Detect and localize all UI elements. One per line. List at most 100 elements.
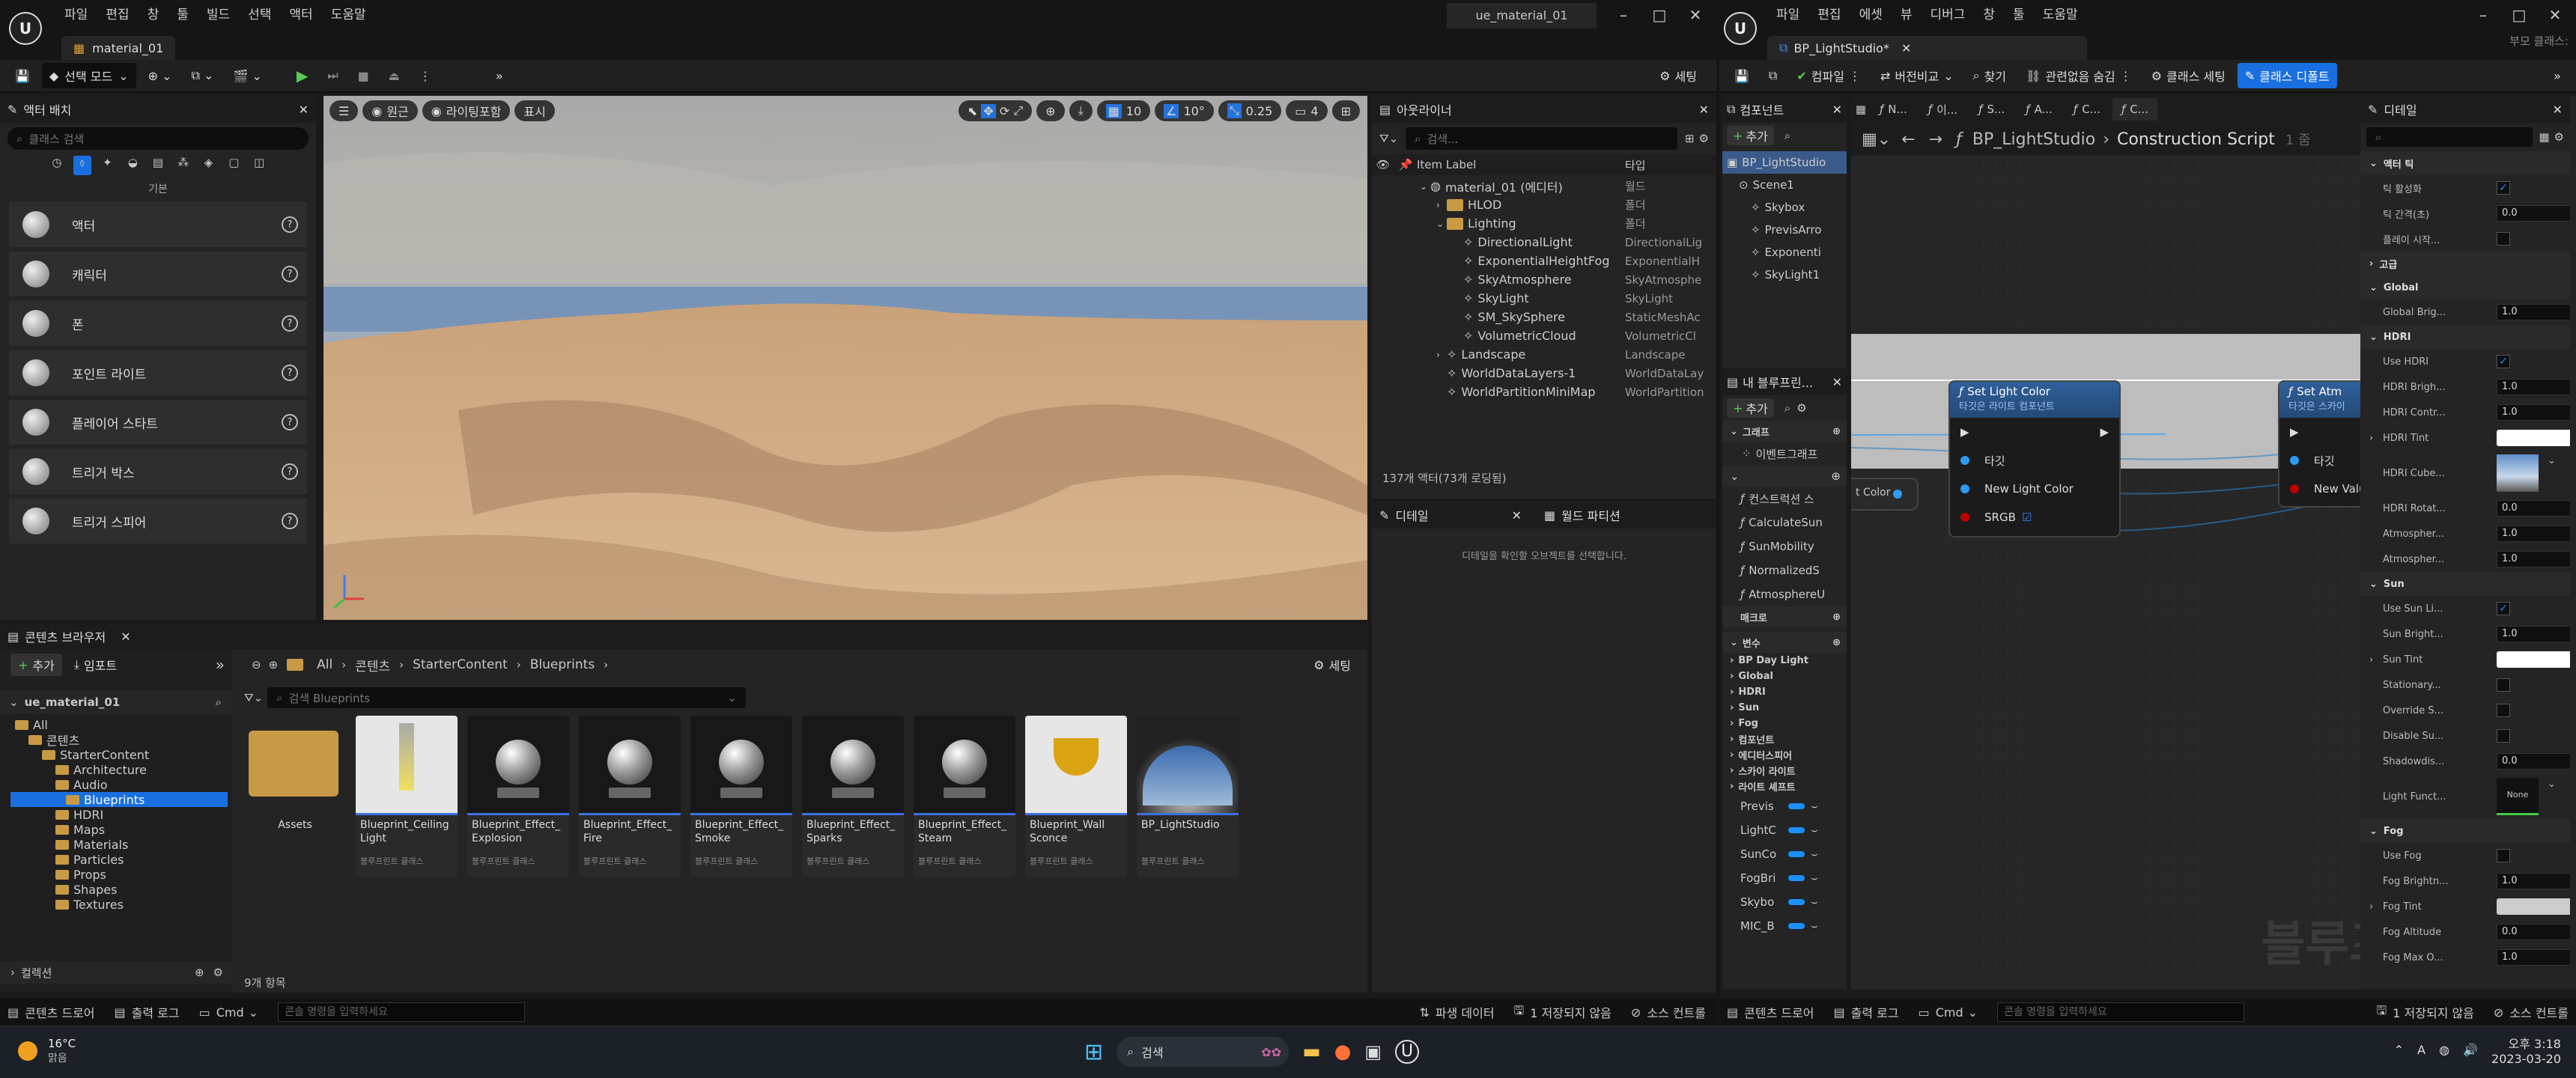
folder-tree-item[interactable]: Shapes (0, 882, 232, 897)
close-tab-icon[interactable]: ✕ (1512, 508, 1522, 523)
graphs-section[interactable]: ⌄ 그래프 ⊕ (1722, 421, 1847, 442)
new-value-pin[interactable]: New Valu (2279, 475, 2368, 503)
function-item[interactable]: ƒ SunMobility (1722, 535, 1847, 558)
component-item[interactable]: ✧ Exponenti (1722, 241, 1847, 264)
cmd-dropdown[interactable]: ▭ Cmd ⌄ (199, 1005, 258, 1020)
place-actor-item[interactable]: 액터? (9, 202, 307, 247)
filter-icon[interactable]: ⛛⌄ (1379, 132, 1398, 145)
expand-arrow-icon[interactable]: ⌄ (1436, 219, 1447, 229)
menu-item[interactable]: 창 (1974, 0, 2004, 30)
property-number-input[interactable]: 1.0 (2497, 626, 2570, 642)
component-item[interactable]: ⊙ Scene1 (1722, 174, 1847, 196)
property-matrix-icon[interactable]: ▦ (2539, 130, 2549, 144)
checkbox-icon[interactable]: ☑ (2022, 511, 2032, 524)
menu-item[interactable]: 툴 (2004, 0, 2034, 30)
basic-icon[interactable]: ⬨ (73, 156, 91, 175)
path-segment[interactable]: All (317, 657, 332, 672)
class-defaults-button[interactable]: ✎ 클래스 디폴트 (2237, 63, 2337, 88)
menu-item[interactable]: 도움말 (322, 0, 375, 30)
back-icon[interactable]: ⊖ (252, 658, 261, 672)
close-tab-icon[interactable]: ✕ (1832, 375, 1842, 389)
weather-widget[interactable]: 16°C 맑음 (18, 1037, 76, 1065)
graph-tab-menu-icon[interactable]: ▦ (1851, 103, 1871, 116)
geometry-icon[interactable]: ◈ (200, 156, 218, 175)
app-icon[interactable]: ▣ (1364, 1041, 1382, 1062)
blueprint-tab[interactable]: ⧉ BP_LightStudio* ✕ (1767, 36, 2087, 60)
outliner-row[interactable]: ✧ SM_SkySphere StaticMeshAc (1372, 308, 1716, 326)
folder-tree-item[interactable]: Props (0, 867, 232, 882)
place-actor-item[interactable]: 트리거 스피어? (9, 499, 307, 543)
graph-tab[interactable]: ƒ C... (2112, 98, 2158, 121)
eye-icon[interactable]: ⌣ (1811, 919, 1818, 933)
details-search-input[interactable]: ⌕ (2366, 127, 2533, 147)
compile-button[interactable]: ✔ 컴파일 ⋮ (1789, 63, 1868, 88)
unreal-logo-icon[interactable]: U (1724, 12, 1757, 45)
property-number-input[interactable]: 1.0 (2497, 526, 2570, 542)
label-column-header[interactable]: Item Label (1417, 158, 1625, 171)
folder-tree-item[interactable]: HDRI (0, 807, 232, 822)
add-content-button[interactable]: ⊕ ⌄ (141, 63, 180, 88)
add-folder-icon[interactable]: ⊞ (1685, 132, 1695, 145)
import-button[interactable]: ⤓ 임포트 (67, 654, 124, 676)
source-control-button[interactable]: ⊘ 소스 컨트롤 (1631, 1003, 1706, 1021)
source-control-button[interactable]: ⊘ 소스 컨트롤 (2494, 1003, 2569, 1021)
add-variable-icon[interactable]: ⊕ (1832, 637, 1841, 648)
property-number-input[interactable]: 1.0 (2497, 379, 2570, 395)
property-checkbox[interactable] (2497, 232, 2510, 246)
function-item[interactable]: ƒ CalculateSun (1722, 511, 1847, 535)
path-separator-icon[interactable]: › (341, 658, 346, 672)
close-tab-icon[interactable]: ✕ (2553, 103, 2563, 117)
path-segment[interactable]: 콘텐츠 (355, 656, 390, 674)
folder-tree-item[interactable]: Textures (0, 897, 232, 912)
close-tab-icon[interactable]: ✕ (299, 103, 309, 117)
search-icon[interactable]: ⌕ (216, 695, 222, 709)
collections-row[interactable]: › 컬렉션 ⊕ ⚙ (0, 961, 232, 984)
forward-icon[interactable]: → (1929, 130, 1942, 149)
details-section-header[interactable]: ⌄ HDRI (2360, 325, 2570, 349)
collapse-sources-icon[interactable]: » (216, 656, 225, 674)
world-local-button[interactable]: ⊕ (1036, 100, 1065, 121)
place-actor-item[interactable]: 플레이어 스타트? (9, 400, 307, 445)
forward-icon[interactable]: ⊕ (269, 658, 279, 672)
variables-section[interactable]: ⌄ 변수 ⊕ (1722, 632, 1847, 653)
variable-category[interactable]: › Sun (1722, 700, 1847, 716)
menu-item[interactable]: 빌드 (198, 0, 239, 30)
add-collection-icon[interactable]: ⊕ (195, 966, 204, 979)
add-button[interactable]: + 추가 (10, 654, 62, 676)
folder-tree-item[interactable]: Architecture (0, 762, 232, 777)
outliner-row[interactable]: ✧ DirectionalLight DirectionalLig (1372, 233, 1716, 252)
expand-arrow-icon[interactable]: ⌄ (1420, 181, 1430, 192)
transform-tools[interactable]: ⬉ ✥ ⟳ ⤢ (958, 100, 1033, 121)
folder-tree-item[interactable]: Audio (0, 777, 232, 792)
variable-category[interactable]: › BP Day Light (1722, 653, 1847, 669)
blueprint-button[interactable]: ⧉ ⌄ (184, 63, 222, 88)
minimize-icon[interactable]: – (2465, 0, 2501, 30)
close-icon[interactable]: ✕ (1677, 0, 1713, 30)
expand-icon[interactable]: › (2369, 433, 2373, 444)
graph-tab[interactable]: ƒ N... (1871, 98, 1916, 121)
function-item[interactable]: ƒ 컨스트럭션 스 (1722, 487, 1847, 511)
asset-picker[interactable]: None (2497, 778, 2539, 815)
details-section-header[interactable]: › 고급 (2360, 252, 2570, 275)
clock[interactable]: 오후 3:18 2023-03-20 (2491, 1034, 2561, 1066)
content-settings-button[interactable]: ⚙ 세팅 (1306, 652, 1358, 677)
expand-icon[interactable]: › (2369, 654, 2373, 666)
macros-section[interactable]: 매크로 ⊕ (1722, 606, 1847, 627)
content-drawer-button[interactable]: ▤ 콘텐츠 드로어 (7, 1003, 95, 1021)
all-classes-icon[interactable]: ◫ (250, 156, 268, 175)
property-number-input[interactable]: 0.0 (2497, 924, 2570, 940)
add-graph-icon[interactable]: ⊕ (1832, 426, 1841, 437)
property-checkbox[interactable] (2497, 729, 2510, 743)
outliner-row[interactable]: › HLOD 폴더 (1372, 195, 1716, 214)
asset-tile[interactable]: Blueprint_Effect_ Explosion 블루프린트 클래스 (467, 716, 569, 877)
place-actors-tab[interactable]: ✎ 액터 배치 ✕ (0, 96, 316, 123)
property-number-input[interactable]: 1.0 (2497, 304, 2570, 320)
close-tab-icon[interactable]: ✕ (121, 630, 130, 644)
color-swatch[interactable] (2497, 651, 2570, 668)
scale-snap-button[interactable]: ⤡ 0.25 (1218, 100, 1282, 121)
property-checkbox[interactable]: ✓ (2497, 181, 2510, 195)
eye-icon[interactable]: ⌣ (1811, 823, 1818, 837)
close-tab-icon[interactable]: ✕ (1699, 103, 1709, 117)
outliner-row[interactable]: ✧ SkyLight SkyLight (1372, 289, 1716, 308)
find-button[interactable]: ⌕ 찾기 (1966, 63, 2014, 88)
